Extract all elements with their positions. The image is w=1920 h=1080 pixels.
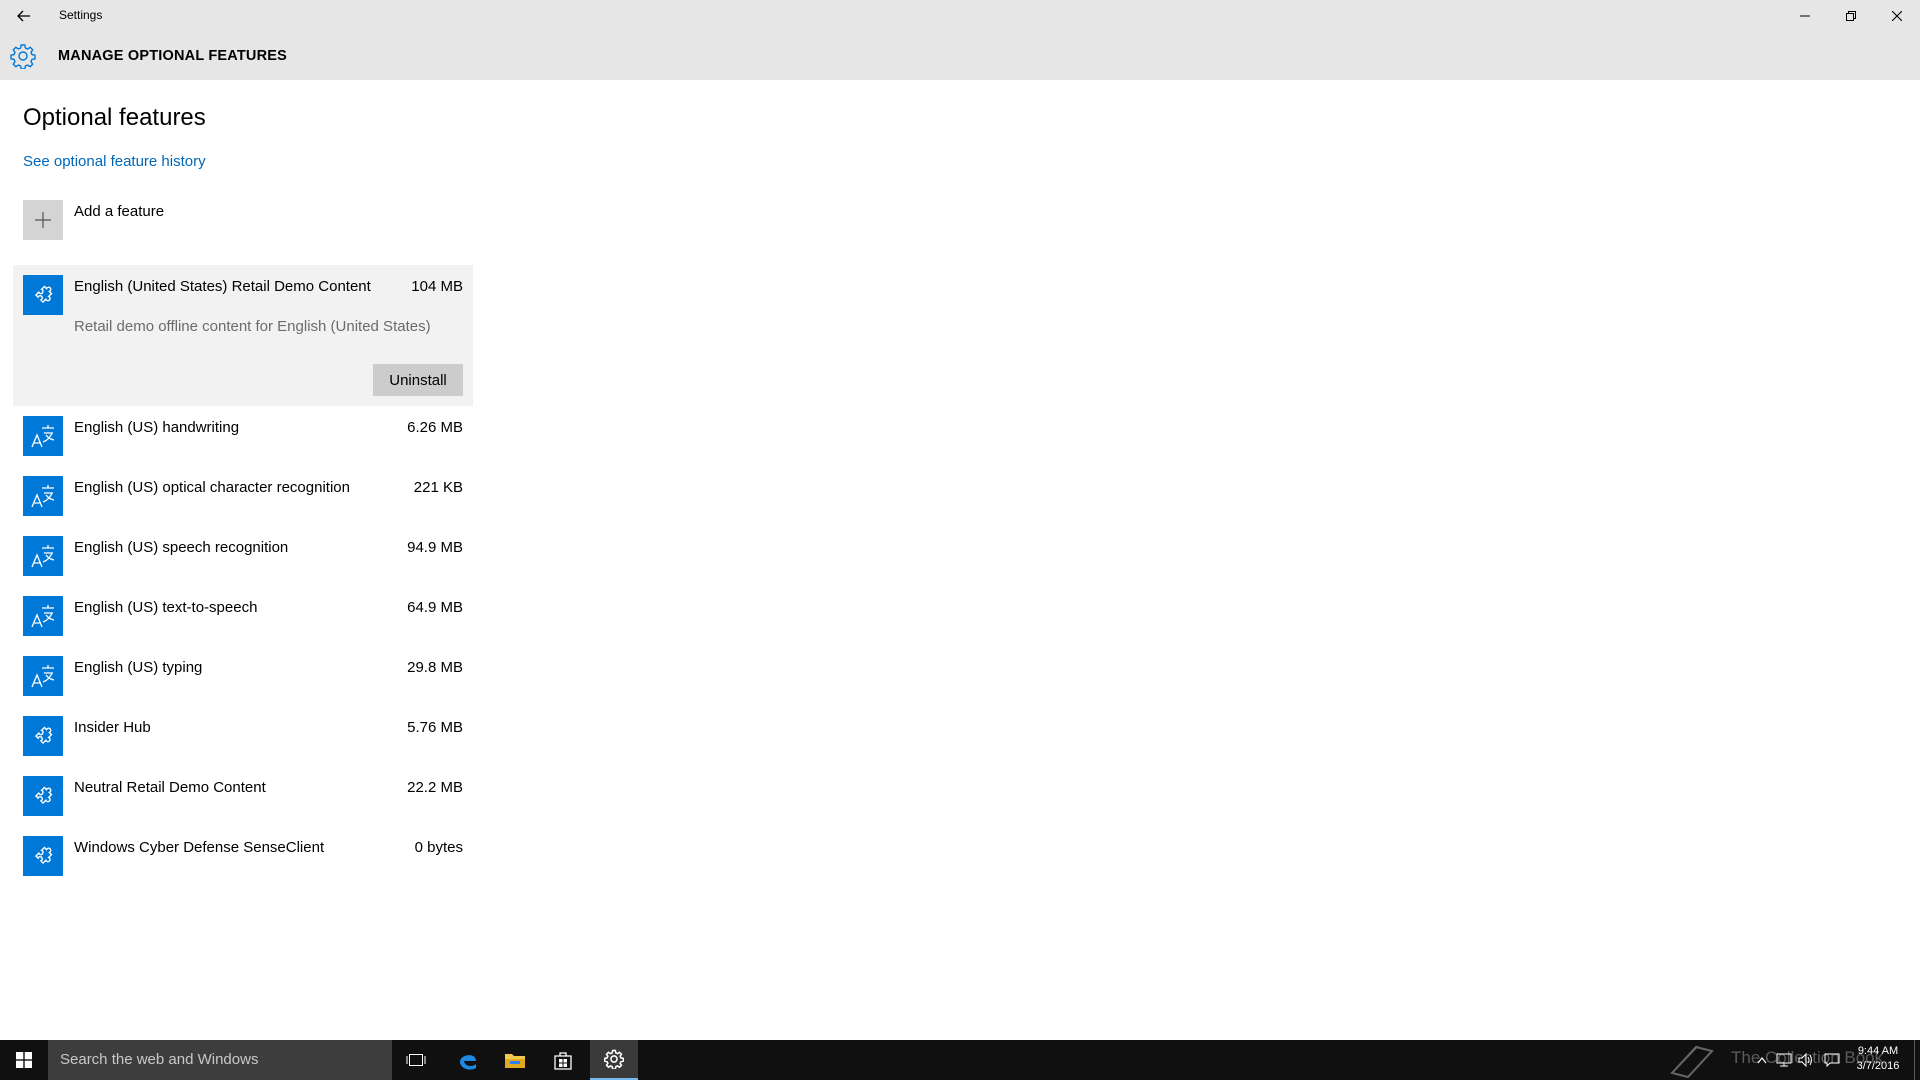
settings-taskbar-button[interactable]: [590, 1040, 638, 1080]
feature-list: English (United States) Retail Demo Cont…: [13, 265, 473, 886]
puzzle-icon: [34, 786, 53, 805]
feature-size: 94.9 MB: [407, 539, 463, 556]
feature-size: 6.26 MB: [407, 419, 463, 436]
minimize-icon: [1800, 15, 1810, 17]
clock-date: 3/7/2016: [1856, 1060, 1900, 1072]
feature-name: English (US) typing: [74, 659, 203, 676]
feature-tile: [23, 596, 63, 636]
feature-size: 22.2 MB: [407, 779, 463, 796]
task-view-icon: [406, 1054, 426, 1066]
feature-size: 5.76 MB: [407, 719, 463, 736]
feature-tile: [23, 536, 63, 576]
feature-description: Retail demo offline content for English …: [74, 318, 431, 335]
feature-name: Neutral Retail Demo Content: [74, 779, 266, 796]
minimize-button[interactable]: [1782, 0, 1828, 32]
feature-item[interactable]: English (US) handwriting 6.26 MB: [13, 406, 473, 466]
language-icon: [31, 665, 55, 688]
file-explorer-button[interactable]: [491, 1040, 539, 1080]
feature-name: English (US) handwriting: [74, 419, 240, 436]
back-button[interactable]: [8, 2, 40, 30]
book-watermark-icon: [1670, 1045, 1714, 1079]
action-center-button[interactable]: [1821, 1040, 1843, 1080]
feature-history-link[interactable]: See optional feature history: [23, 153, 206, 170]
volume-button[interactable]: [1795, 1040, 1817, 1080]
chevron-up-icon: [1757, 1057, 1767, 1064]
puzzle-icon: [34, 285, 53, 304]
feature-size: 64.9 MB: [407, 599, 463, 616]
feature-item[interactable]: Neutral Retail Demo Content 22.2 MB: [13, 766, 473, 826]
feature-tile: [23, 776, 63, 816]
feature-item[interactable]: English (US) optical character recogniti…: [13, 466, 473, 526]
folder-icon: [505, 1054, 525, 1068]
restore-button[interactable]: [1828, 0, 1874, 32]
back-arrow-icon: [17, 10, 30, 22]
show-hidden-icons-button[interactable]: [1751, 1040, 1773, 1080]
windows-logo-icon: [16, 1052, 32, 1068]
start-button[interactable]: [0, 1040, 48, 1080]
feature-item[interactable]: English (United States) Retail Demo Cont…: [13, 265, 473, 406]
feature-name: Insider Hub: [74, 719, 151, 736]
feature-tile: [23, 656, 63, 696]
app-title: Settings: [59, 8, 103, 22]
header-title: MANAGE OPTIONAL FEATURES: [58, 48, 288, 64]
puzzle-icon: [34, 846, 53, 865]
taskbar-search-box[interactable]: Search the web and Windows: [48, 1040, 392, 1080]
store-icon: [554, 1052, 572, 1070]
feature-name: English (US) speech recognition: [74, 539, 289, 556]
taskbar: Search the web and Windows The Collectio…: [0, 1040, 1920, 1080]
gear-icon: [604, 1049, 624, 1069]
add-tile: [23, 200, 63, 240]
feature-name: English (US) text-to-speech: [74, 599, 258, 616]
add-feature-button[interactable]: Add a feature: [23, 200, 323, 242]
close-icon: [1892, 11, 1902, 21]
puzzle-icon: [34, 726, 53, 745]
feature-item[interactable]: English (US) typing 29.8 MB: [13, 646, 473, 706]
task-view-button[interactable]: [392, 1040, 440, 1080]
page-title: Optional features: [23, 104, 206, 131]
add-feature-label: Add a feature: [74, 203, 165, 220]
feature-size: 0 bytes: [414, 839, 463, 856]
language-icon: [31, 605, 55, 628]
feature-size: 221 KB: [413, 479, 463, 496]
edge-button[interactable]: [444, 1040, 492, 1080]
volume-icon: [1798, 1053, 1812, 1067]
feature-item[interactable]: English (US) text-to-speech 64.9 MB: [13, 586, 473, 646]
feature-name: English (United States) Retail Demo Cont…: [74, 278, 371, 295]
close-button[interactable]: [1874, 0, 1920, 32]
feature-tile: [23, 275, 63, 315]
feature-tile: [23, 416, 63, 456]
feature-size: 29.8 MB: [407, 659, 463, 676]
taskbar-clock[interactable]: 9:44 AM 3/7/2016: [1850, 1044, 1906, 1074]
feature-name: Windows Cyber Defense SenseClient: [74, 839, 325, 856]
feature-tile: [23, 836, 63, 876]
feature-item[interactable]: English (US) speech recognition 94.9 MB: [13, 526, 473, 586]
language-icon: [31, 425, 55, 448]
restore-icon: [1846, 11, 1856, 21]
clock-time: 9:44 AM: [1857, 1045, 1899, 1057]
language-icon: [31, 485, 55, 508]
notification-icon: [1824, 1053, 1840, 1067]
feature-tile: [23, 716, 63, 756]
feature-item[interactable]: Insider Hub 5.76 MB: [13, 706, 473, 766]
feature-item[interactable]: Windows Cyber Defense SenseClient 0 byte…: [13, 826, 473, 886]
feature-size: 104 MB: [411, 278, 463, 295]
feature-name: English (US) optical character recogniti…: [74, 479, 350, 496]
edge-icon: [460, 1055, 476, 1070]
store-button[interactable]: [539, 1040, 587, 1080]
language-icon: [31, 545, 55, 568]
network-button[interactable]: [1773, 1040, 1795, 1080]
uninstall-button[interactable]: Uninstall: [373, 364, 463, 396]
gear-icon: [10, 44, 36, 69]
network-icon: [1776, 1053, 1792, 1067]
show-desktop-button[interactable]: [1914, 1040, 1920, 1080]
plus-icon: [35, 212, 51, 228]
feature-tile: [23, 476, 63, 516]
title-bar: Settings MANAGE OPTIONAL FEATURES: [0, 0, 1920, 80]
